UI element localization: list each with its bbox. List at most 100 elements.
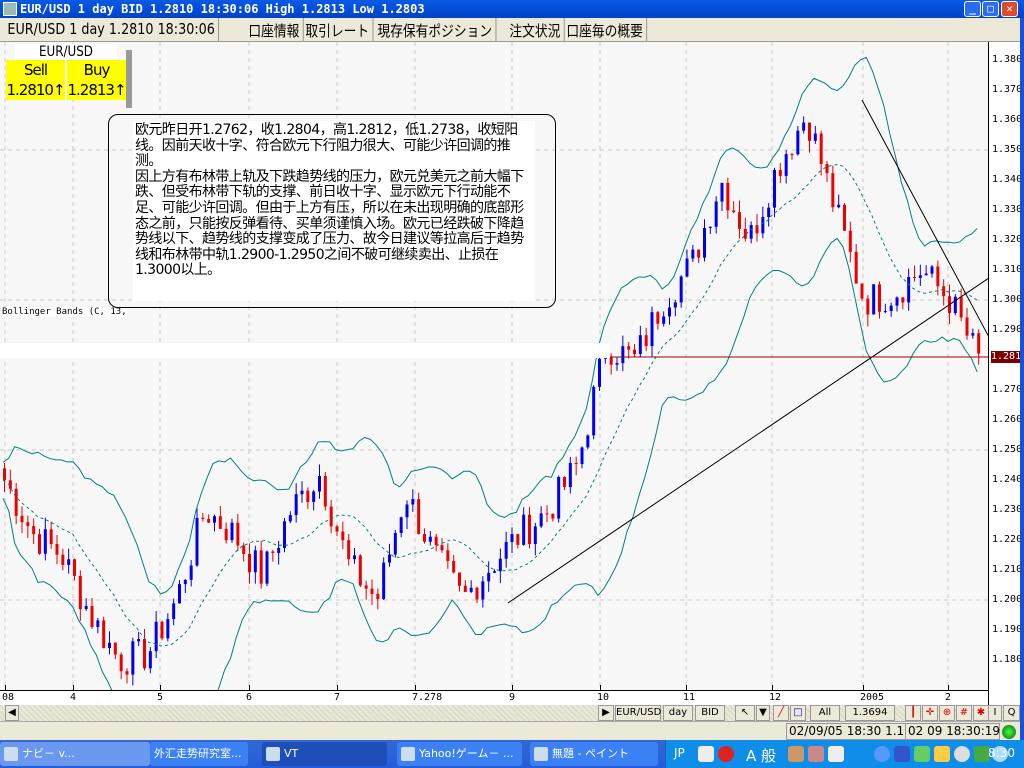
candle-body bbox=[586, 435, 590, 448]
app-icon bbox=[266, 747, 280, 761]
candle-body bbox=[977, 333, 981, 354]
candle-body bbox=[726, 182, 730, 211]
candle-body bbox=[131, 641, 135, 675]
x-tick-label: 11 bbox=[683, 692, 696, 703]
candle-body bbox=[265, 551, 269, 584]
task-label: ナビ－ v... bbox=[22, 747, 75, 760]
candle-body bbox=[913, 277, 916, 279]
indicator-label: Bollinger Bands (C, 13, bbox=[2, 307, 127, 317]
candle-chart-icon[interactable]: ┃ bbox=[905, 705, 921, 721]
rectangle-tool-icon[interactable]: □ bbox=[790, 705, 806, 721]
candle-body bbox=[358, 555, 362, 586]
candle-body bbox=[703, 227, 706, 258]
candle-body bbox=[493, 571, 496, 573]
x-tick bbox=[686, 685, 687, 691]
server-time: 02 09 18:30:19 bbox=[905, 723, 1000, 740]
sell-price: 1.2810↑ bbox=[6, 81, 65, 99]
symbol-button[interactable]: EUR/USD bbox=[615, 705, 661, 721]
candle-body bbox=[802, 122, 806, 131]
tab-positions[interactable]: 現存保有ポジション bbox=[374, 18, 497, 41]
candle-body bbox=[942, 286, 946, 297]
scale-icon[interactable]: Ι bbox=[988, 705, 1002, 721]
tray-icon[interactable] bbox=[934, 746, 950, 762]
candle-body bbox=[20, 515, 24, 523]
tray-icon[interactable] bbox=[894, 746, 910, 762]
candle-body bbox=[732, 210, 736, 213]
candle-body bbox=[738, 212, 741, 229]
tray-icon[interactable] bbox=[788, 746, 804, 762]
candle-body bbox=[924, 273, 928, 276]
candle-body bbox=[720, 182, 724, 202]
close-button[interactable]: ✕ bbox=[1001, 1, 1018, 17]
chevron-left-icon[interactable] bbox=[874, 746, 890, 762]
tray-icon[interactable] bbox=[954, 746, 970, 762]
candle-body bbox=[592, 386, 596, 436]
tab-account-summary[interactable]: 口座毎の概要 bbox=[563, 18, 648, 41]
ime-language[interactable]: JP bbox=[674, 746, 685, 760]
system-tray: JP A 般 bbox=[665, 740, 1024, 768]
candle-body bbox=[382, 562, 386, 599]
scroll-right-button[interactable]: ▶ bbox=[598, 705, 614, 721]
tab-account-info[interactable]: 口座情報 bbox=[245, 18, 304, 41]
candle-body bbox=[854, 251, 858, 284]
side-button[interactable]: BID bbox=[695, 705, 725, 721]
candle-body bbox=[306, 490, 310, 502]
taskbar-item-navi[interactable]: ナビ－ v... bbox=[0, 742, 150, 766]
candle-body bbox=[953, 296, 957, 314]
candle-body bbox=[312, 491, 316, 502]
maximize-button[interactable]: □ bbox=[982, 1, 999, 17]
candle-body bbox=[545, 513, 549, 515]
candle-body bbox=[528, 514, 531, 544]
x-tick-label: 9 bbox=[509, 692, 516, 703]
taskbar-item-vt[interactable]: VT bbox=[262, 742, 387, 766]
sell-button[interactable]: Sell 1.2810↑ bbox=[6, 60, 66, 100]
cursor-tool-icon[interactable]: ↖ bbox=[735, 705, 755, 721]
candle-body bbox=[574, 462, 578, 465]
candle-body bbox=[189, 565, 193, 580]
help-icon[interactable] bbox=[828, 746, 844, 762]
hlc-chart-icon[interactable]: ⊕ bbox=[939, 705, 955, 721]
candle-body bbox=[813, 133, 817, 141]
tray-icon[interactable] bbox=[914, 746, 930, 762]
tab-orders[interactable]: 注文状況 bbox=[506, 18, 565, 41]
date-axis[interactable]: 08 4 5 6 7 7.278 9 10 11 12 2005 2 bbox=[0, 685, 988, 705]
taskbar-item-forex[interactable]: 外汇走势研究室... bbox=[150, 742, 248, 766]
keyboard-icon[interactable] bbox=[698, 746, 714, 762]
connection-status-icon bbox=[1002, 725, 1016, 739]
tray-icon[interactable] bbox=[808, 746, 824, 762]
candle-body bbox=[901, 297, 905, 303]
value-field[interactable]: 1.3694 bbox=[845, 705, 895, 721]
buy-price: 1.2813↑ bbox=[67, 81, 126, 99]
candle-body bbox=[32, 526, 36, 535]
tab-rates[interactable]: 取引レート bbox=[302, 18, 374, 41]
bar-chart-icon[interactable]: ✛ bbox=[922, 705, 938, 721]
ime-mode[interactable]: A 般 bbox=[746, 745, 776, 766]
app-icon bbox=[4, 747, 18, 761]
period-button[interactable]: day bbox=[663, 705, 693, 721]
candle-body bbox=[388, 554, 391, 563]
x-tick bbox=[73, 685, 74, 691]
dropdown-icon[interactable]: ▼ bbox=[756, 705, 770, 721]
candle-body bbox=[866, 298, 870, 315]
grid-icon[interactable]: # bbox=[956, 705, 972, 721]
taskbar-item-yahoo[interactable]: Yahoo!ゲーム－ ... bbox=[397, 742, 522, 766]
price-axis[interactable]: 1.38001.37001.36001.35001.34001.33001.32… bbox=[988, 42, 1024, 705]
candle-body bbox=[84, 606, 88, 610]
candle-body bbox=[773, 169, 776, 208]
candle-body bbox=[563, 476, 566, 488]
scroll-left-button[interactable]: ◀ bbox=[5, 705, 19, 721]
candle-body bbox=[218, 516, 222, 529]
candle-body bbox=[318, 476, 321, 492]
taskbar-item-paint[interactable]: 無題 - ペイント bbox=[530, 742, 658, 766]
ime-icon[interactable] bbox=[718, 746, 734, 762]
crosshair-icon[interactable]: ✱ bbox=[973, 705, 989, 721]
q-button[interactable]: Q bbox=[1003, 705, 1020, 721]
minimize-button[interactable]: _ bbox=[964, 1, 981, 17]
range-all-button[interactable]: All bbox=[810, 705, 840, 721]
buy-button[interactable]: Buy 1.2813↑ bbox=[67, 60, 127, 100]
tab-chart[interactable]: EUR/USD 1 day 1.2810 18:30:06 bbox=[4, 18, 220, 41]
trendline-tool-icon[interactable]: ╱ bbox=[773, 705, 789, 721]
candle-body bbox=[609, 357, 613, 365]
candle-body bbox=[796, 130, 800, 155]
candle-body bbox=[650, 312, 654, 347]
